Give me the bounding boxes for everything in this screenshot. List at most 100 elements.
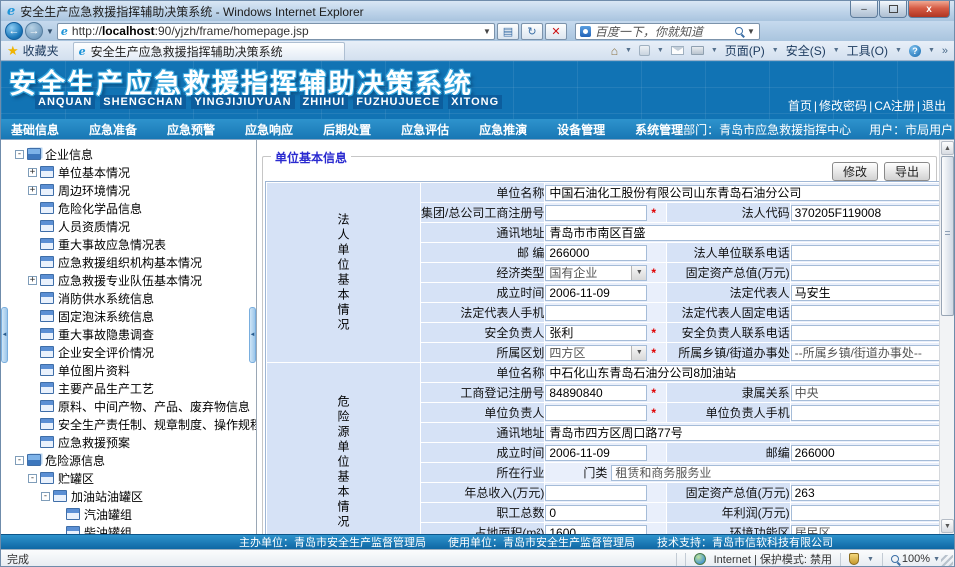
field-select[interactable]: 租赁和商务服务业▼: [611, 465, 954, 481]
field-input[interactable]: [791, 505, 954, 521]
field-input[interactable]: [545, 185, 954, 201]
refresh-button[interactable]: ↻: [521, 23, 543, 40]
address-dropdown-icon[interactable]: ▼: [483, 27, 491, 36]
header-link-2[interactable]: CA注册: [874, 99, 915, 113]
tree-item[interactable]: +周边环境情况: [1, 181, 256, 199]
smartscreen-shield-icon[interactable]: [849, 553, 859, 565]
field-input[interactable]: [791, 445, 954, 461]
menu-item-3[interactable]: 应急响应: [245, 121, 293, 138]
tools-menu[interactable]: 工具(O): [847, 42, 888, 59]
field-input[interactable]: [545, 485, 647, 501]
tree-item[interactable]: 应急救援预案: [1, 433, 256, 451]
resize-grip[interactable]: [941, 555, 953, 567]
field-input[interactable]: [545, 325, 647, 341]
tree-item[interactable]: -贮罐区: [1, 469, 256, 487]
zoom-control[interactable]: 100% ▼: [891, 553, 940, 565]
forward-button[interactable]: →: [25, 22, 43, 40]
field-input[interactable]: [791, 285, 954, 301]
collapse-icon[interactable]: -: [28, 474, 37, 483]
tree-item[interactable]: +单位基本情况: [1, 163, 256, 181]
field-input[interactable]: [545, 445, 647, 461]
field-input[interactable]: [545, 305, 647, 321]
help-icon[interactable]: ?: [909, 45, 921, 57]
collapse-icon[interactable]: -: [15, 150, 24, 159]
modify-button[interactable]: 修改: [832, 162, 878, 181]
favorites-label[interactable]: 收藏夹: [23, 42, 59, 59]
tree-item[interactable]: 单位图片资料: [1, 361, 256, 379]
feeds-dropdown-icon[interactable]: ▼: [657, 47, 664, 54]
tree-item[interactable]: -企业信息: [1, 145, 256, 163]
field-input[interactable]: [791, 205, 954, 221]
address-input[interactable]: e http://localhost:90/yjzh/frame/homepag…: [57, 23, 495, 40]
field-input[interactable]: [545, 205, 647, 221]
minimize-button[interactable]: –: [850, 1, 878, 18]
chevron-down-icon[interactable]: ▼: [631, 266, 646, 280]
content-scrollbar[interactable]: ▲ ▼: [939, 140, 954, 534]
field-select[interactable]: 中央▼: [791, 385, 954, 401]
scroll-up-icon[interactable]: ▲: [941, 141, 954, 155]
field-input[interactable]: [545, 365, 954, 381]
safety-menu[interactable]: 安全(S): [786, 42, 826, 59]
field-input[interactable]: [545, 525, 647, 535]
tree-item[interactable]: 危险化学品信息: [1, 199, 256, 217]
field-input[interactable]: [545, 285, 647, 301]
field-input[interactable]: [791, 305, 954, 321]
tree-item[interactable]: 重大事故应急情况表: [1, 235, 256, 253]
header-link-0[interactable]: 首页: [788, 99, 812, 113]
search-icon[interactable]: [735, 27, 743, 35]
home-icon[interactable]: ⌂: [611, 44, 618, 58]
page-menu[interactable]: 页面(P): [725, 42, 765, 59]
field-select[interactable]: --所属乡镇/街道办事处--▼: [791, 345, 954, 361]
feeds-icon[interactable]: [639, 45, 650, 56]
field-input[interactable]: [545, 505, 647, 521]
field-input[interactable]: [545, 405, 647, 421]
panel-collapse-handle-right[interactable]: ◄: [249, 307, 256, 363]
field-input[interactable]: [545, 425, 954, 441]
tree-item[interactable]: -加油站油罐区: [1, 487, 256, 505]
field-input[interactable]: [791, 485, 954, 501]
menu-item-0[interactable]: 基础信息: [11, 121, 59, 138]
tree-item[interactable]: 柴油罐组: [1, 523, 256, 534]
tree-item[interactable]: -危险源信息: [1, 451, 256, 469]
close-button[interactable]: x: [908, 1, 950, 18]
menu-item-8[interactable]: 系统管理: [635, 121, 683, 138]
header-link-1[interactable]: 修改密码: [819, 99, 867, 113]
favorites-star-icon[interactable]: ★: [7, 43, 19, 59]
tree-item[interactable]: 固定泡沫系统信息: [1, 307, 256, 325]
expand-icon[interactable]: +: [28, 168, 37, 177]
mail-icon[interactable]: [671, 46, 684, 55]
tree-item[interactable]: 原料、中间产物、产品、废弃物信息: [1, 397, 256, 415]
menu-item-7[interactable]: 设备管理: [557, 121, 605, 138]
field-input[interactable]: [791, 405, 954, 421]
tree-item[interactable]: 消防供水系统信息: [1, 289, 256, 307]
field-input[interactable]: [791, 245, 954, 261]
search-dropdown-icon[interactable]: ▼: [747, 27, 755, 36]
expand-icon[interactable]: +: [28, 186, 37, 195]
menu-item-1[interactable]: 应急准备: [89, 121, 137, 138]
menu-item-5[interactable]: 应急评估: [401, 121, 449, 138]
compatibility-view-button[interactable]: ▤: [497, 23, 519, 40]
print-icon[interactable]: [691, 46, 704, 55]
field-input[interactable]: [545, 225, 954, 241]
field-input[interactable]: [791, 325, 954, 341]
menu-item-4[interactable]: 后期处置: [323, 121, 371, 138]
field-input[interactable]: [791, 265, 954, 281]
browser-tab[interactable]: e 安全生产应急救援指挥辅助决策系统: [73, 42, 345, 60]
header-link-3[interactable]: 退出: [922, 99, 946, 113]
print-dropdown-icon[interactable]: ▼: [711, 47, 718, 54]
panel-collapse-handle-left[interactable]: ◄: [1, 307, 8, 363]
tree-item[interactable]: 重大事故隐患调查: [1, 325, 256, 343]
stop-button[interactable]: ✕: [545, 23, 567, 40]
menu-item-2[interactable]: 应急预警: [167, 121, 215, 138]
home-dropdown-icon[interactable]: ▼: [625, 47, 632, 54]
zoom-dropdown-icon[interactable]: ▼: [933, 556, 940, 563]
shield-dropdown-icon[interactable]: ▼: [867, 556, 874, 563]
export-button[interactable]: 导出: [884, 162, 930, 181]
tree-item[interactable]: 汽油罐组: [1, 505, 256, 523]
search-box[interactable]: 百度一下，你就知道 ▼: [575, 23, 760, 40]
collapse-icon[interactable]: -: [41, 492, 50, 501]
nav-history-dropdown[interactable]: ▼: [46, 27, 54, 36]
tree-item[interactable]: 人员资质情况: [1, 217, 256, 235]
tree-item[interactable]: 应急救援组织机构基本情况: [1, 253, 256, 271]
field-input[interactable]: [545, 385, 647, 401]
